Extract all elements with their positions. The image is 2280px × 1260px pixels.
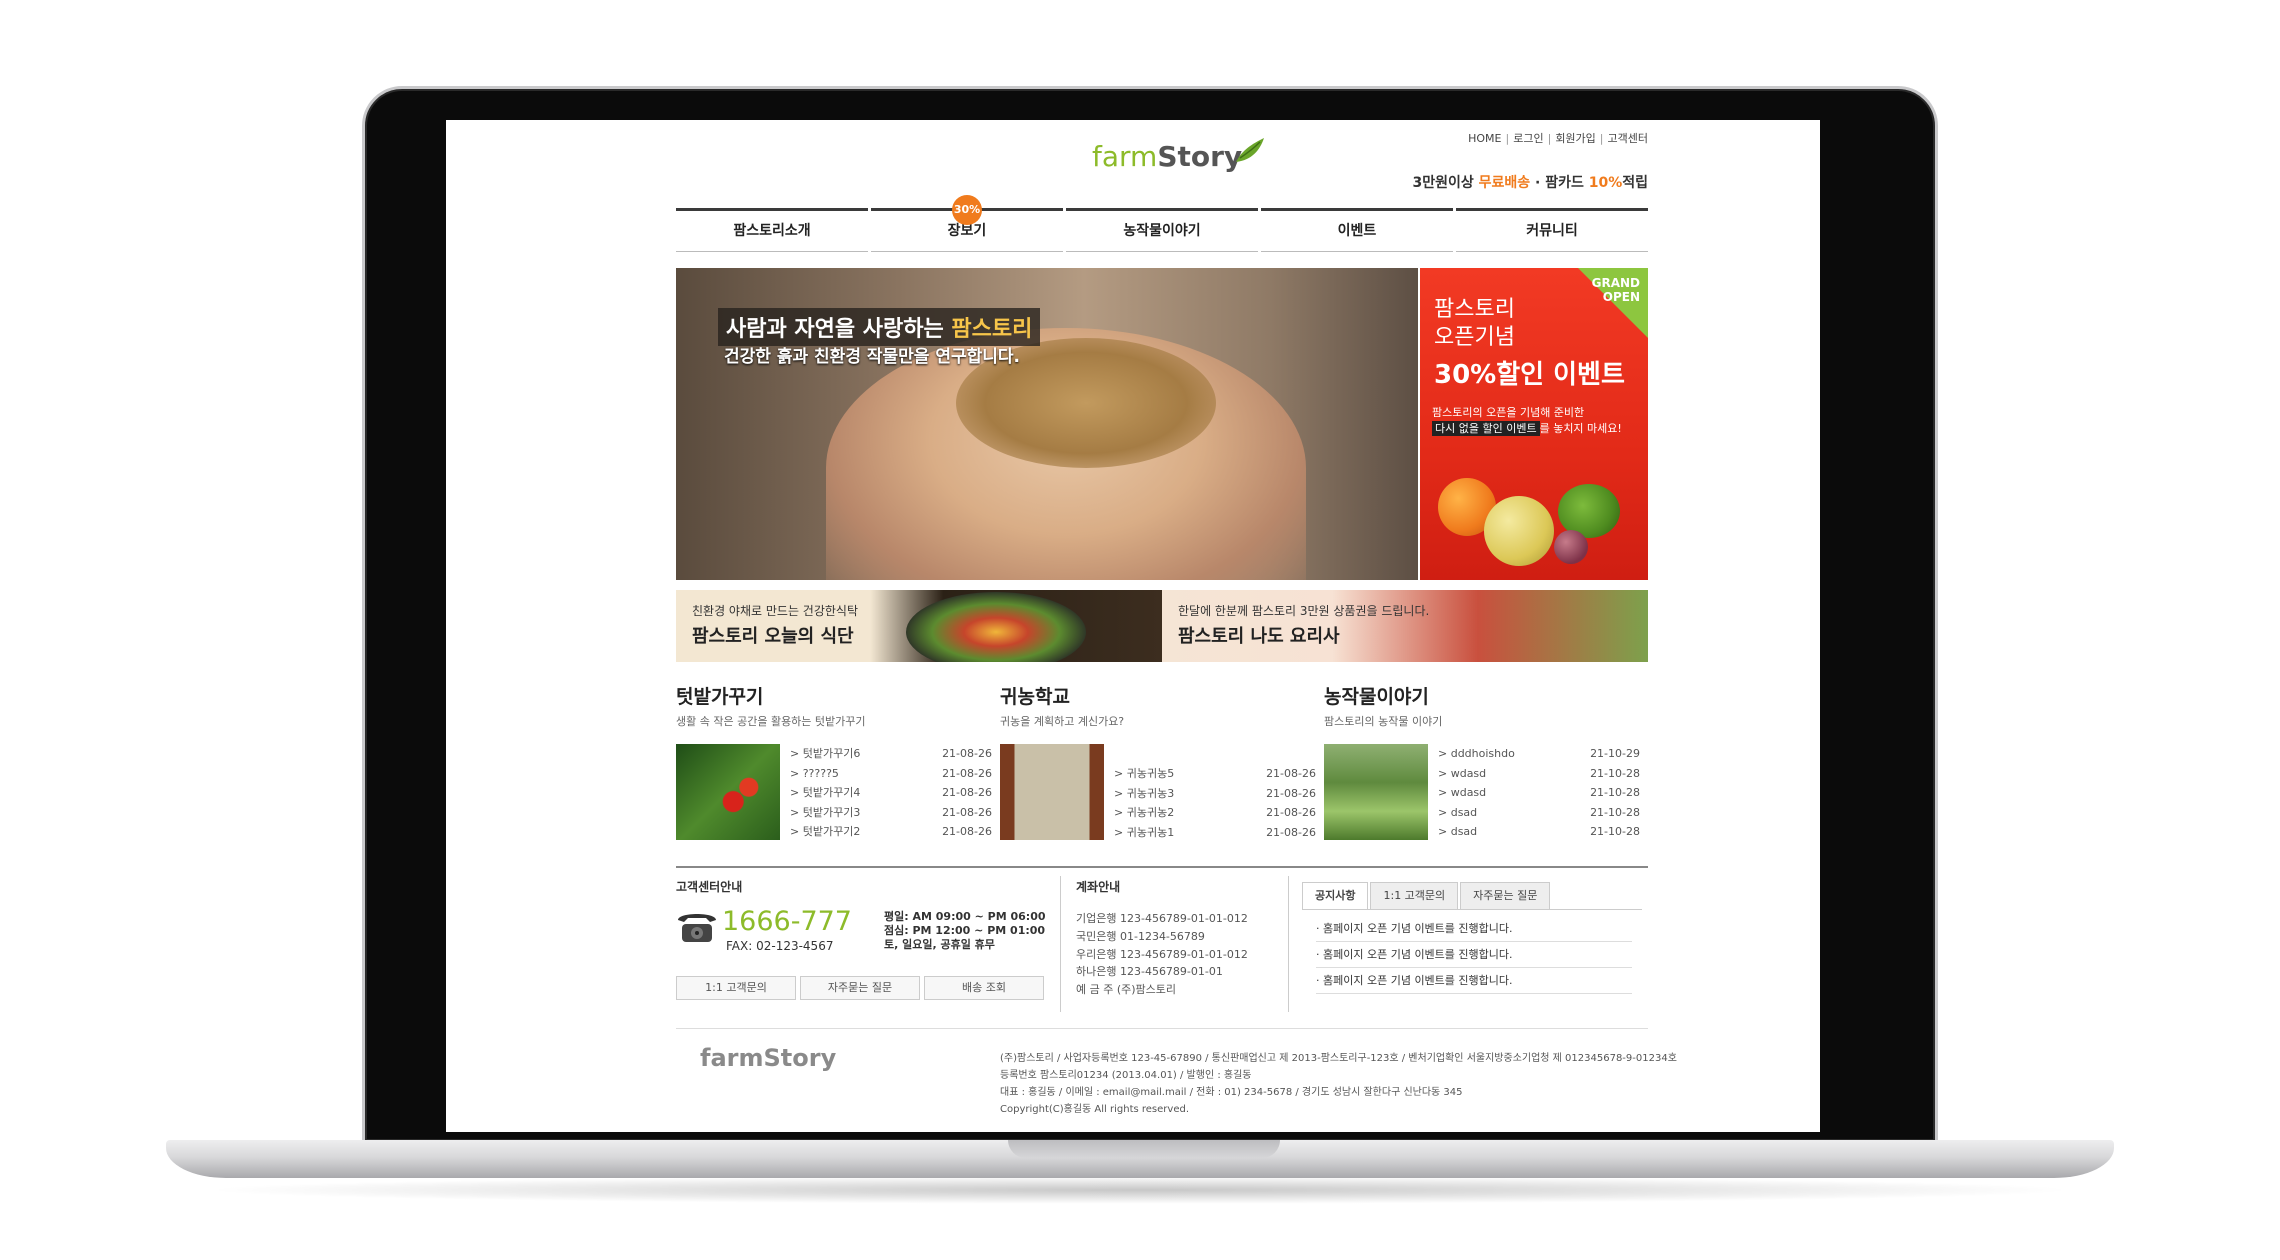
cs-title: 고객센터안내: [676, 880, 743, 894]
board-garden: 텃밭가꾸기 생활 속 작은 공간을 활용하는 텃밭가꾸기 > 텃밭가꾸기6 21-…: [676, 682, 992, 852]
list-item[interactable]: > wdasd 21-10-28: [1438, 764, 1640, 784]
cs-buttons: 1:1 고객문의 자주묻는 질문 배송 조회: [676, 976, 1044, 1000]
event-desc-1: 팜스토리의 오픈을 기념해 준비한: [1432, 406, 1585, 419]
list-item[interactable]: > dddhoishdo 21-10-29: [1438, 744, 1640, 764]
nav-login-link[interactable]: 로그인: [1513, 132, 1543, 145]
discount-badge: 30%: [952, 195, 982, 225]
tea-field-image[interactable]: [1324, 744, 1428, 840]
board-desc: 팜스토리의 농작물 이야기: [1324, 715, 1443, 728]
event-title: 팜스토리 오픈기념: [1434, 297, 1515, 350]
gate-image[interactable]: [1000, 744, 1104, 840]
nav-item-crop-story[interactable]: 농작물이야기: [1066, 208, 1258, 252]
tab-notice[interactable]: 공지사항: [1302, 882, 1369, 910]
website: HOME | 로그인 | 회원가입 | 고객센터 farmStory 3만원이상 무료배송 …: [676, 120, 1677, 1132]
pear-image: [1484, 496, 1554, 566]
sub-banner-2-big: 팜스토리 나도 요리사: [1178, 626, 1340, 647]
list-item[interactable]: > 귀농귀농3 21-08-26: [1114, 784, 1316, 804]
board-list: > 귀농귀농5 21-08-26 > 귀농귀농3 21-08-26 > 귀농귀농2 2…: [1114, 764, 1316, 842]
board-desc: 귀농을 계획하고 계신가요?: [1000, 715, 1125, 728]
notice-list: · 홈페이지 오픈 기념 이벤트를 진행합니다. · 홈페이지 오픈 기념 이벤…: [1316, 916, 1632, 994]
board-farm-school: 귀농학교 귀농을 계획하고 계신가요? > 귀농귀농5 21-08-26 > 귀농…: [1000, 682, 1316, 852]
tab-inquiry[interactable]: 1:1 고객문의: [1370, 882, 1459, 910]
notice-item[interactable]: · 홈페이지 오픈 기념 이벤트를 진행합니다.: [1316, 942, 1632, 968]
sub-banner-menu[interactable]: 친환경 야채로 만드는 건강한식탁 팜스토리 오늘의 식단: [676, 590, 1162, 662]
hero-title: 사람과 자연을 사랑하는 팜스토리: [718, 308, 1041, 346]
footer-divider: [676, 1028, 1648, 1029]
nav-cs-link[interactable]: 고객센터: [1608, 132, 1648, 145]
notice-item[interactable]: · 홈페이지 오픈 기념 이벤트를 진행합니다.: [1316, 968, 1632, 994]
notice-tabs: 공지사항 1:1 고객문의 자주묻는 질문: [1302, 882, 1551, 910]
telephone-icon: [678, 914, 716, 942]
fig-image: [1554, 530, 1588, 564]
sub-banner-1-small: 친환경 야채로 만드는 건강한식탁: [692, 604, 859, 618]
list-item[interactable]: > 텃밭가꾸기3 21-08-26: [790, 803, 992, 823]
list-item[interactable]: > 귀농귀농1 21-08-26: [1114, 823, 1316, 843]
board-title[interactable]: 텃밭가꾸기: [676, 682, 992, 709]
nav-item-shop[interactable]: 30% 장보기: [871, 195, 1063, 252]
nav-item-about[interactable]: 팜스토리소개: [676, 208, 868, 252]
main-nav: 팜스토리소개 30% 장보기 농작물이야기 이벤트 커뮤니티: [676, 195, 1648, 252]
tab-faq[interactable]: 자주묻는 질문: [1460, 882, 1551, 910]
sub-banner-cook[interactable]: 한달에 한분께 팜스토리 3만원 상품권을 드립니다. 팜스토리 나도 요리사: [1162, 590, 1648, 662]
site-logo[interactable]: farmStory: [1092, 138, 1264, 173]
cs-hours: 평일: AM 09:00 ~ PM 06:00 점심: PM 12:00 ~ PM…: [884, 910, 1046, 951]
cs-phone-number: 1666-777: [722, 906, 852, 937]
list-item[interactable]: > dsad 21-10-28: [1438, 803, 1640, 823]
leaf-icon: [1236, 138, 1264, 162]
list-item[interactable]: > 텃밭가꾸기6 21-08-26: [790, 744, 992, 764]
list-item[interactable]: > 귀농귀농2 21-08-26: [1114, 803, 1316, 823]
list-item[interactable]: > dsad 21-10-28: [1438, 822, 1640, 842]
board-list: > dddhoishdo 21-10-29 > wdasd 21-10-28 > w…: [1438, 744, 1640, 842]
hero-subtitle: 건강한 흙과 친환경 작물만을 연구합니다.: [724, 347, 1021, 367]
list-item[interactable]: > 귀농귀농5 21-08-26: [1114, 764, 1316, 784]
laptop-screen: HOME | 로그인 | 회원가입 | 고객센터 farmStory 3만원이상 무료배송 …: [446, 120, 1820, 1132]
board-desc: 생활 속 작은 공간을 활용하는 텃밭가꾸기: [676, 715, 866, 728]
nav-home-link[interactable]: HOME: [1468, 132, 1501, 145]
event-desc-2: 다시 없을 할인 이벤트 를 놓치지 마세요!: [1432, 420, 1622, 436]
board-crop-story: 농작물이야기 팜스토리의 농작물 이야기 > dddhoishdo 21-10-2…: [1324, 682, 1648, 852]
bibimbap-image: [906, 592, 1086, 662]
divider: [1060, 876, 1061, 1012]
nav-join-link[interactable]: 회원가입: [1555, 132, 1595, 145]
cs-fax: FAX: 02-123-4567: [726, 939, 834, 953]
footer-logo: farmStory: [700, 1044, 837, 1072]
section-divider: [676, 866, 1648, 868]
laptop-notch: [1008, 1140, 1280, 1158]
notice-item[interactable]: · 홈페이지 오픈 기념 이벤트를 진행합니다.: [1316, 916, 1632, 942]
hero-banner[interactable]: 사람과 자연을 사랑하는 팜스토리 건강한 흙과 친환경 작물만을 연구합니다.: [676, 268, 1418, 580]
nav-item-shop-label: 장보기: [947, 223, 987, 239]
sub-banner-2-small: 한달에 한분께 팜스토리 3만원 상품권을 드립니다.: [1178, 604, 1430, 618]
board-title[interactable]: 귀농학교: [1000, 682, 1316, 709]
nav-item-community[interactable]: 커뮤니티: [1456, 208, 1648, 252]
grand-open-label: GRAND OPEN: [1591, 276, 1640, 304]
nav-item-event[interactable]: 이벤트: [1261, 208, 1453, 252]
tab-underline: [1302, 909, 1642, 910]
list-item[interactable]: > ?????5 21-08-26: [790, 764, 992, 784]
list-item[interactable]: > 텃밭가꾸기4 21-08-26: [790, 783, 992, 803]
inquiry-button[interactable]: 1:1 고객문의: [676, 976, 796, 1000]
berries-image[interactable]: [676, 744, 780, 840]
faq-button[interactable]: 자주묻는 질문: [800, 976, 920, 1000]
event-discount: 30%할인 이벤트: [1434, 360, 1625, 390]
promo-text: 3만원이상 무료배송 · 팜카드 10%적립: [1412, 175, 1648, 191]
bank-info: 기업은행 123-456789-01-01-012 국민은행 01-1234-5…: [1076, 912, 1248, 997]
delivery-button[interactable]: 배송 조회: [924, 976, 1044, 1000]
list-item[interactable]: > wdasd 21-10-28: [1438, 783, 1640, 803]
divider: [1288, 876, 1289, 1012]
bank-title: 계좌안내: [1076, 880, 1121, 894]
board-title[interactable]: 농작물이야기: [1324, 682, 1648, 709]
utility-nav: HOME | 로그인 | 회원가입 | 고객센터: [1468, 132, 1648, 145]
event-banner[interactable]: GRAND OPEN 팜스토리 오픈기념 30%할인 이벤트 팜스토리의 오픈을 기…: [1420, 268, 1648, 580]
footer-info: (주)팜스토리 / 사업자등록번호 123-45-67890 / 통신판매업신고…: [1000, 1053, 1677, 1115]
board-list: > 텃밭가꾸기6 21-08-26 > ?????5 21-08-26 > 텃밭가꾸…: [790, 744, 992, 842]
sub-banner-1-big: 팜스토리 오늘의 식단: [692, 626, 854, 647]
list-item[interactable]: > 텃밭가꾸기2 21-08-26: [790, 822, 992, 842]
laptop-shadow: [200, 1176, 2080, 1204]
